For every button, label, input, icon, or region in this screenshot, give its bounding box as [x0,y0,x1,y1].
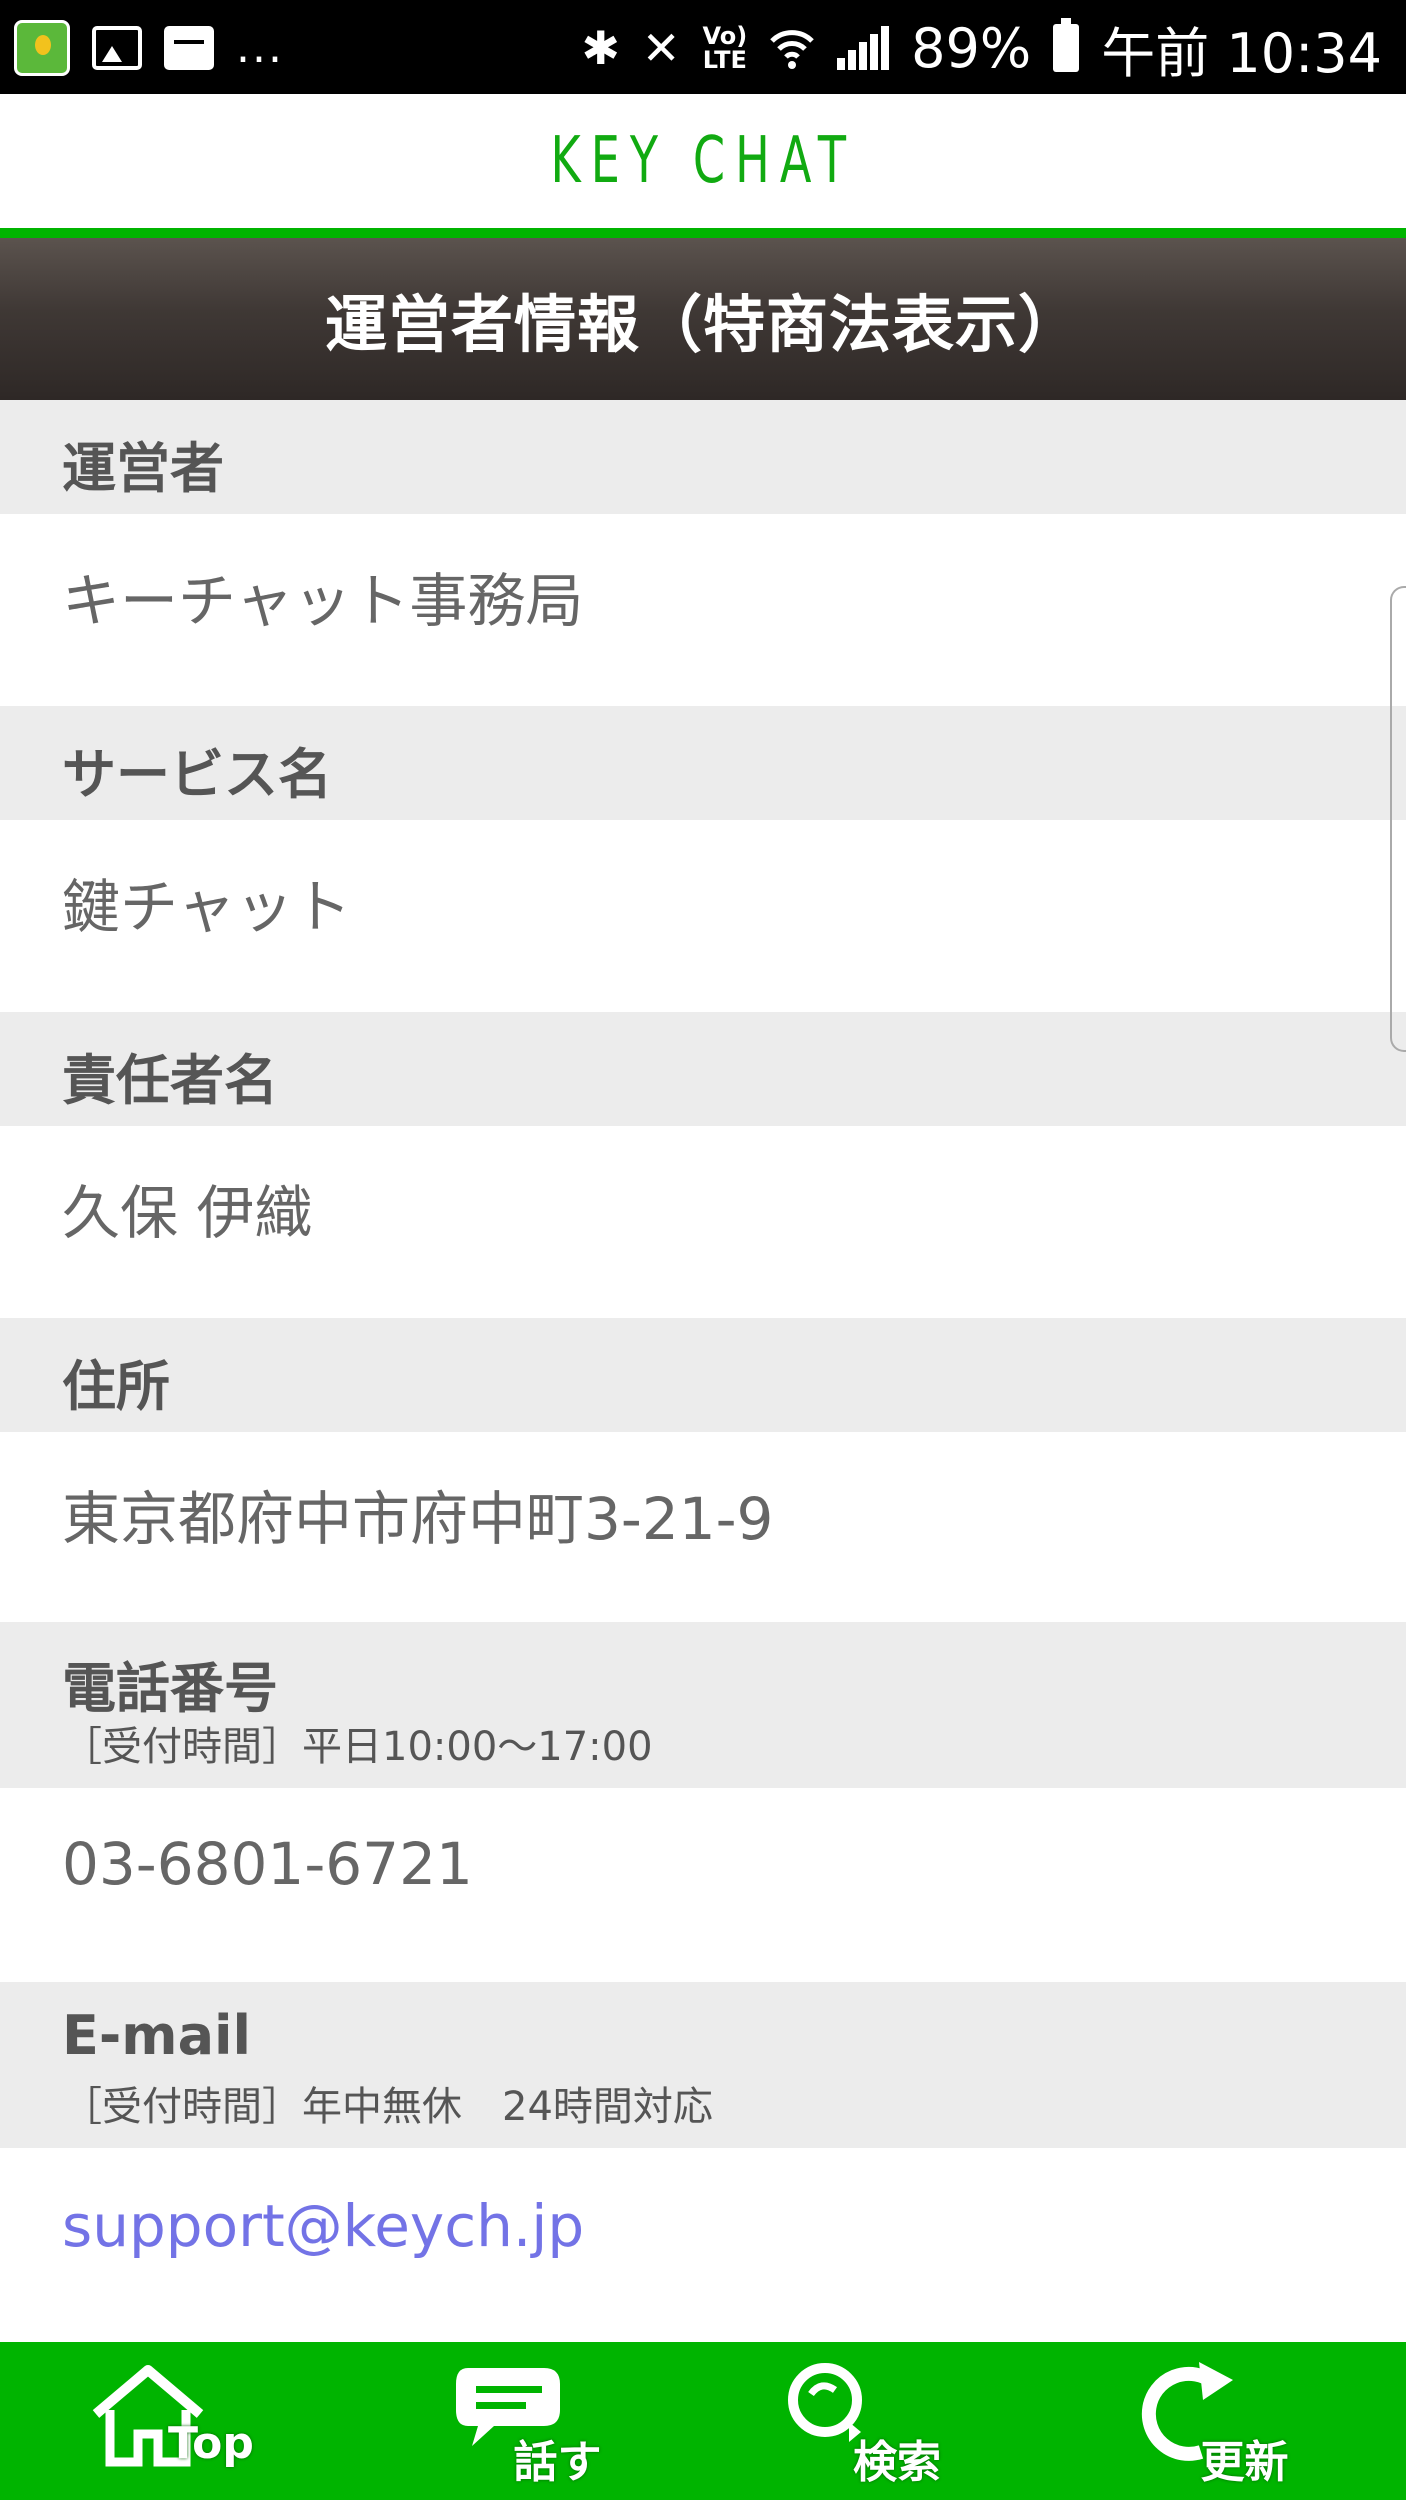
section-body-email: support@keych.jp [0,2148,1406,2342]
volte-icon: Vo) LTE [702,22,748,74]
section-label: 電話番号 [62,1657,278,1720]
section-label: 住所 [62,1355,170,1418]
notification-icons: ... [14,18,284,78]
section-value: キーチャット事務局 [62,567,584,635]
battery-percent: 89% [911,16,1032,80]
nav-top-button[interactable]: Top [0,2342,352,2500]
section-label: 責任者名 [62,1049,278,1112]
section-label: E-mail [62,2004,252,2067]
section-body-address: 東京都府中市府中町3-21-9 [0,1432,1406,1622]
section-header-operator: 運営者 [0,400,1406,514]
page-title-bar: 運営者情報（特商法表示） [0,238,1406,400]
system-icons: ✱ ✕ Vo) LTE 89% 午前 10:34 [581,10,1382,86]
nav-search-button[interactable]: 検索 [703,2342,1055,2500]
nav-label: Top [168,2418,254,2469]
app-header: KEY CHAT [0,94,1406,238]
mute-icon: ✕ [641,21,681,75]
more-notifications-indicator: ... [236,22,284,73]
section-body-service-name: 鍵チャット [0,820,1406,1012]
section-body-responsible-person: 久保 伊織 [0,1126,1406,1318]
bluetooth-icon: ✱ [581,21,620,75]
section-value: 東京都府中市府中町3-21-9 [62,1485,774,1553]
section-header-address: 住所 [0,1318,1406,1432]
scrollbar-thumb[interactable] [1390,586,1406,1052]
section-value: 久保 伊織 [62,1179,313,1247]
section-header-responsible-person: 責任者名 [0,1012,1406,1126]
email-link[interactable]: support@keych.jp [62,2192,584,2260]
section-sublabel: ［受付時間］平日10:00〜17:00 [62,1724,653,1770]
section-body-phone: 03-6801-6721 [0,1788,1406,1982]
section-header-phone: 電話番号 ［受付時間］平日10:00〜17:00 [0,1622,1406,1788]
image-icon [92,26,142,70]
nav-talk-button[interactable]: 話す [352,2342,704,2500]
keychat-app-icon [14,20,70,76]
section-value: 鍵チャット [62,873,352,941]
nav-label: 検索 [853,2437,941,2488]
nav-label: 話す [513,2437,602,2488]
nav-refresh-button[interactable]: 更新 [1055,2342,1406,2500]
page-title: 運営者情報（特商法表示） [324,288,1081,361]
keychat-logo[interactable]: KEY CHAT [550,124,856,198]
bottom-navigation: Top 話す 検索 更新 [0,2342,1406,2500]
battery-icon [1053,18,1080,72]
section-header-service-name: サービス名 [0,706,1406,820]
clock: 午前 10:34 [1101,21,1382,85]
signal-icon [837,26,890,70]
wifi-icon [770,30,814,69]
section-body-operator: キーチャット事務局 [0,514,1406,706]
section-label: 運営者 [62,437,224,500]
section-sublabel: ［受付時間］年中無休 24時間対応 [62,2084,713,2130]
nav-label: 更新 [1200,2437,1289,2488]
status-bar: ... ✱ ✕ Vo) LTE 89% 午前 10:34 [0,0,1406,94]
section-label: サービス名 [62,743,332,806]
phone-number-link[interactable]: 03-6801-6721 [62,1830,473,1898]
mail-icon [164,26,214,70]
section-header-email: E-mail ［受付時間］年中無休 24時間対応 [0,1982,1406,2148]
